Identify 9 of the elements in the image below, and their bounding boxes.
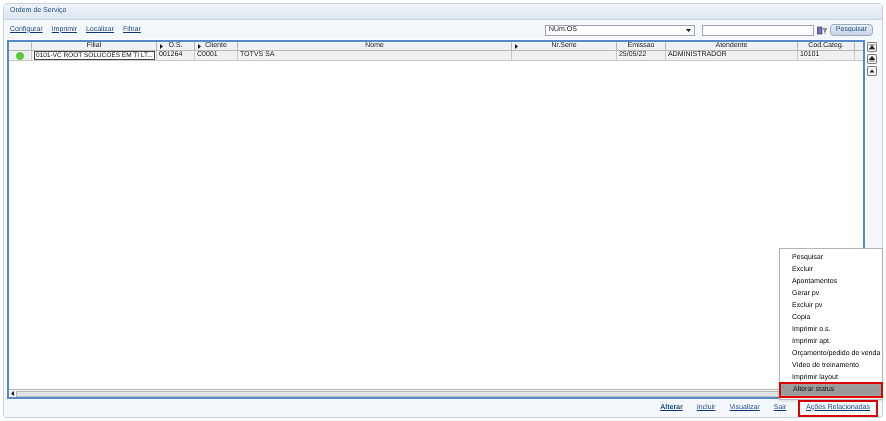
filter-icon[interactable] <box>816 26 827 34</box>
scroll-left-icon[interactable] <box>11 391 14 396</box>
sort-marker-icon <box>160 44 163 48</box>
move-top-icon[interactable] <box>867 42 877 52</box>
sort-marker-icon <box>198 44 201 48</box>
search-input[interactable] <box>702 24 814 36</box>
move-up-icon[interactable] <box>867 54 877 64</box>
caret-icon <box>686 28 691 32</box>
sort-marker-icon <box>515 44 518 48</box>
